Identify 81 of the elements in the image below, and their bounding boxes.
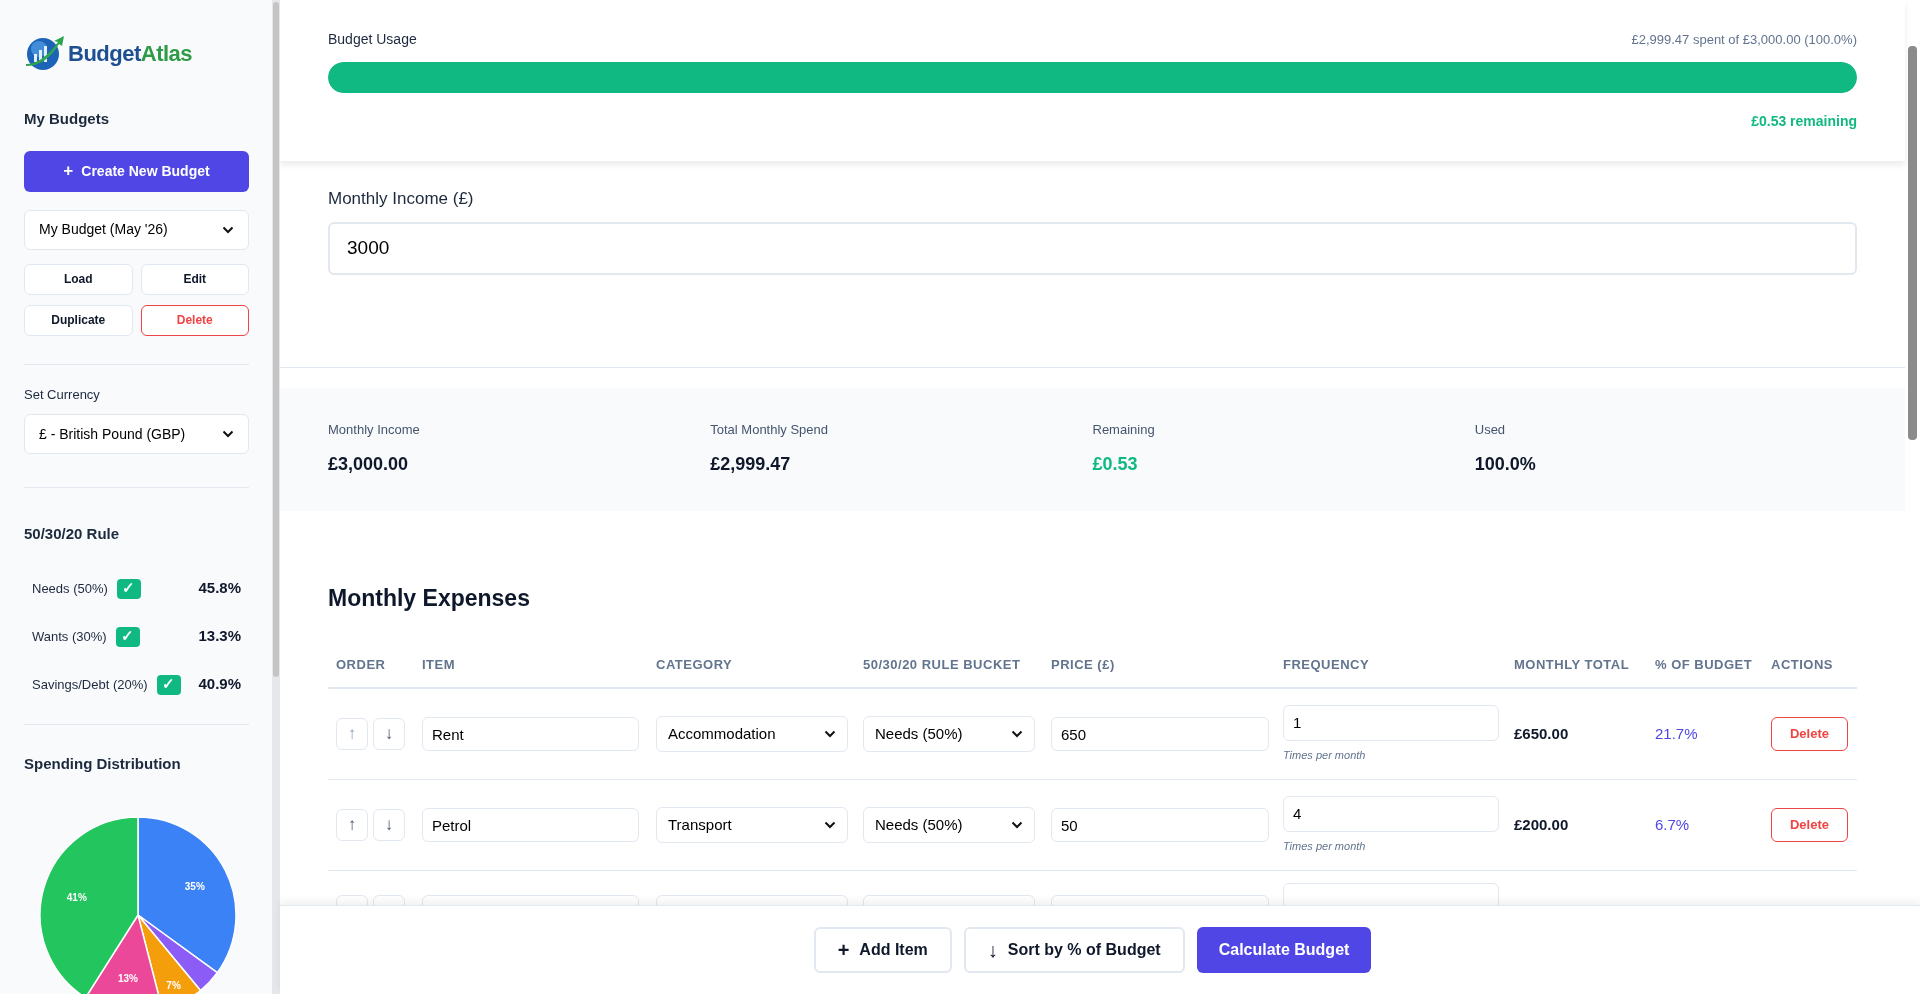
chevron-icon bbox=[1011, 821, 1023, 829]
delete-button[interactable]: Delete bbox=[1771, 717, 1848, 751]
category-select[interactable]: Transport bbox=[656, 807, 848, 843]
bucket-select[interactable]: Needs (50%) bbox=[863, 807, 1035, 843]
hint-text: Times per month bbox=[1283, 747, 1367, 763]
scrollbar[interactable] bbox=[272, 0, 280, 994]
column-header: ACTIONS bbox=[1771, 656, 1834, 675]
column-header: CATEGORY bbox=[656, 656, 734, 675]
stat-value: £0.53 bbox=[1092, 452, 1139, 476]
calculate-button[interactable]: Calculate Budget bbox=[1196, 927, 1372, 973]
delete-button[interactable]: Delete bbox=[1771, 808, 1848, 842]
rule-label: Needs (50%) bbox=[32, 579, 108, 598]
text-input[interactable]: 650 bbox=[1051, 717, 1269, 751]
check-badge: ✓ bbox=[115, 626, 140, 647]
create-budget-button[interactable]: + Create New Budget bbox=[24, 150, 249, 192]
section-heading: Set Currency bbox=[24, 385, 101, 404]
chevron-icon bbox=[824, 821, 836, 829]
budget-action-button[interactable]: Duplicate bbox=[24, 304, 133, 336]
income-input[interactable]: 3000 bbox=[328, 221, 1857, 275]
arrow-button[interactable]: ↓ bbox=[373, 718, 405, 750]
logo-wordmark: BudgetAtlas bbox=[68, 39, 193, 68]
text-input[interactable]: Petrol bbox=[422, 808, 639, 842]
column-header: % OF BUDGET bbox=[1655, 656, 1754, 675]
stat-label: Total Monthly Spend bbox=[710, 421, 830, 440]
column-header: MONTHLY TOTAL bbox=[1514, 656, 1631, 675]
rule-percentage: 13.3% bbox=[198, 626, 241, 647]
stat-label: Used bbox=[1474, 421, 1507, 440]
rule-label: Savings/Debt (20%) bbox=[32, 675, 148, 694]
section-heading: Spending Distribution bbox=[24, 753, 182, 774]
rule-percentage: 40.9% bbox=[198, 674, 241, 695]
column-header: FREQUENCY bbox=[1283, 656, 1371, 675]
chevron-icon bbox=[222, 430, 234, 438]
currency-select[interactable]: £ - British Pound (GBP) bbox=[24, 414, 249, 454]
stat-label: Monthly Income bbox=[328, 421, 421, 440]
percent-value: 21.7% bbox=[1655, 725, 1698, 742]
column-header: PRICE (£) bbox=[1051, 656, 1116, 675]
monthly-total: £650.00 bbox=[1514, 725, 1569, 742]
stat-label: Remaining bbox=[1092, 421, 1156, 440]
slice-label: 41% bbox=[66, 892, 87, 904]
bucket-select[interactable]: Needs (50%) bbox=[863, 716, 1035, 752]
category-select[interactable]: Accommodation bbox=[656, 716, 848, 752]
chevron-icon bbox=[824, 730, 836, 738]
monthly-total: £200.00 bbox=[1514, 816, 1569, 833]
footer-button[interactable]: ↓ Sort by % of Budget bbox=[963, 927, 1185, 973]
hint-text: Times per month bbox=[1283, 838, 1367, 854]
column-header: 50/30/20 RULE BUCKET bbox=[863, 656, 1022, 675]
scrollbar[interactable] bbox=[1908, 46, 1917, 440]
arrow-button[interactable]: ↑ bbox=[336, 809, 368, 841]
income-label: Monthly Income (£) bbox=[328, 188, 475, 210]
stat-value: 100.0% bbox=[1474, 452, 1537, 476]
slice-label: 7% bbox=[166, 979, 181, 991]
budget-action-button[interactable]: Edit bbox=[140, 263, 249, 295]
check-badge: ✓ bbox=[116, 578, 141, 599]
stat-value: £3,000.00 bbox=[328, 452, 410, 476]
stat-value: £2,999.47 bbox=[710, 452, 792, 476]
section-title: Monthly Expenses bbox=[328, 583, 531, 613]
budget-action-button[interactable]: Load bbox=[24, 263, 133, 295]
usage-title: Budget Usage bbox=[328, 30, 417, 49]
rule-label: Wants (30%) bbox=[32, 627, 107, 646]
column-header: ORDER bbox=[336, 656, 387, 675]
text-input[interactable]: 1 bbox=[1283, 704, 1499, 741]
budget-select[interactable]: My Budget (May '26) bbox=[24, 209, 249, 250]
chevron-icon bbox=[222, 225, 234, 234]
usage-summary: £2,999.47 spent of £3,000.00 (100.0%) bbox=[1631, 30, 1857, 49]
arrow-button[interactable]: ↓ bbox=[373, 809, 405, 841]
slice-label: 13% bbox=[118, 972, 138, 984]
text-input[interactable]: Rent bbox=[422, 717, 639, 751]
text-input[interactable]: 4 bbox=[1283, 795, 1499, 832]
globe-logo-icon bbox=[24, 34, 66, 72]
delete-button[interactable]: Delete bbox=[140, 304, 249, 336]
section-heading: My Budgets bbox=[24, 109, 110, 129]
remaining-text: £0.53 remaining bbox=[1751, 112, 1857, 131]
section-heading: 50/30/20 Rule bbox=[24, 524, 121, 544]
check-badge: ✓ bbox=[156, 674, 181, 695]
percent-value: 6.7% bbox=[1655, 816, 1690, 833]
chevron-icon bbox=[1011, 730, 1023, 738]
slice-label: 35% bbox=[184, 881, 205, 893]
footer-button[interactable]: + Add Item bbox=[813, 927, 952, 973]
column-header: ITEM bbox=[422, 656, 457, 675]
text-input[interactable]: 50 bbox=[1051, 808, 1269, 842]
rule-percentage: 45.8% bbox=[198, 578, 241, 599]
